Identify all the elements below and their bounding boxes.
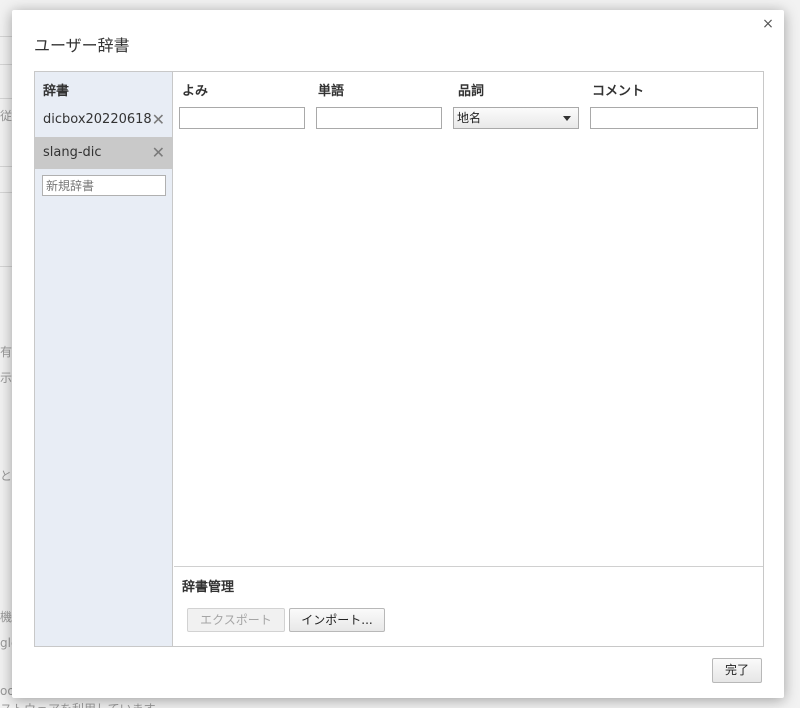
dictionary-name: slang-dic [43,145,102,160]
dictionary-management-title: 辞書管理 [182,580,235,595]
export-button[interactable]: エクスポート [187,608,285,632]
dialog-title: ユーザー辞書 [34,36,130,55]
dictionary-item-selected[interactable]: slang-dic ✕ [35,137,172,169]
close-icon[interactable]: × [760,16,776,32]
user-dictionary-dialog: ユーザー辞書 × 辞書 dicbox20220618 ✕ slang-dic ✕… [12,10,784,698]
remove-dictionary-icon[interactable]: ✕ [152,137,165,169]
remove-dictionary-icon[interactable]: ✕ [152,104,165,136]
column-header-word: 単語 [318,84,345,99]
word-input[interactable] [316,107,442,129]
import-button[interactable]: インポート... [289,608,385,632]
new-dictionary-input[interactable] [42,175,166,196]
management-divider [174,566,763,567]
dictionary-sidebar: 辞書 dicbox20220618 ✕ slang-dic ✕ [35,72,173,646]
part-of-speech-value: 地名 [457,111,482,125]
reading-input[interactable] [179,107,305,129]
background-text: ストウェアを利用しています [0,700,156,708]
column-header-part-of-speech: 品詞 [458,84,485,99]
background-text: 従 [0,109,13,123]
sidebar-header: 辞書 [43,84,70,99]
chevron-down-icon [563,116,571,121]
dictionary-name: dicbox20220618 [43,112,152,127]
column-header-reading: よみ [182,84,209,99]
column-header-comment: コメント [592,84,645,99]
dictionary-item[interactable]: dicbox20220618 ✕ [35,104,172,136]
done-button[interactable]: 完了 [712,658,762,683]
dictionary-panel: 辞書 dicbox20220618 ✕ slang-dic ✕ よみ 単語 品詞… [34,71,764,647]
part-of-speech-select[interactable]: 地名 [453,107,579,129]
comment-input[interactable] [590,107,758,129]
